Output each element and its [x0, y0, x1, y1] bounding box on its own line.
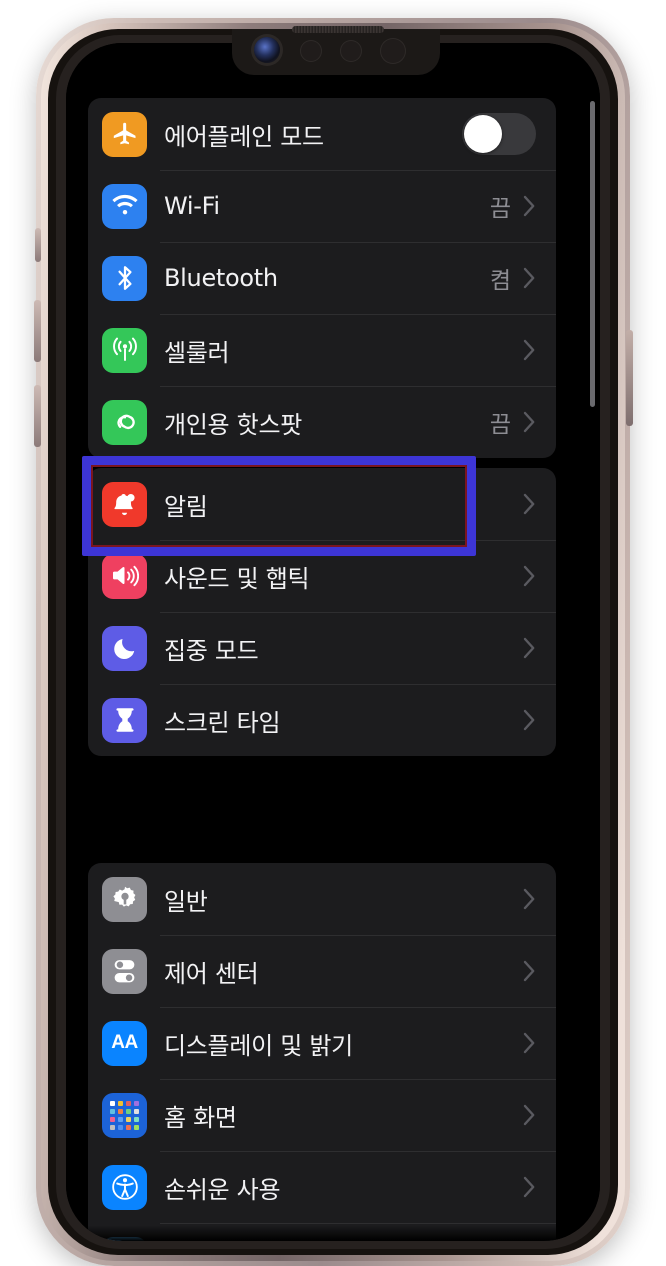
settings-row-label: 제어 센터 [164, 959, 259, 988]
chevron-right-icon [523, 1032, 536, 1054]
settings-row[interactable]: 스크린 타임 [88, 684, 556, 756]
settings-row-label: 홈 화면 [164, 1103, 237, 1132]
phone-screen: 에어플레인 모드 Wi-Fi 끔 Bluetooth 켬 셀룰러 개인용 핫스팟 끔 알림 사운드… [66, 43, 600, 1241]
accessibility-icon [102, 1164, 147, 1210]
settings-row-label: 개인용 핫스팟 [164, 410, 303, 439]
settings-list[interactable]: 에어플레인 모드 Wi-Fi 끔 Bluetooth 켬 셀룰러 개인용 핫스팟 끔 알림 사운드… [66, 43, 600, 1241]
chevron-right-icon [523, 637, 536, 659]
screenshot-canvas: 에어플레인 모드 Wi-Fi 끔 Bluetooth 켬 셀룰러 개인용 핫스팟 끔 알림 사운드… [0, 0, 666, 1266]
chevron-right-icon [523, 1104, 536, 1126]
mute-switch-button[interactable] [35, 228, 41, 262]
settings-row-label: 에어플레인 모드 [164, 122, 324, 151]
gear-icon [102, 876, 147, 922]
chevron-right-icon [523, 1176, 536, 1198]
hotspot-icon [102, 399, 147, 445]
settings-row[interactable]: 개인용 핫스팟 끔 [88, 386, 556, 458]
volume-down-button[interactable] [34, 385, 41, 447]
settings-row-label: 일반 [164, 887, 208, 916]
settings-row[interactable]: 손쉬운 사용 [88, 1151, 556, 1223]
power-button[interactable] [626, 330, 633, 426]
settings-row-label: 집중 모드 [164, 636, 259, 665]
settings-row-label: 손쉬운 사용 [164, 1175, 281, 1204]
settings-row[interactable]: Wi-Fi 끔 [88, 170, 556, 242]
volume-up-button[interactable] [34, 300, 41, 362]
front-camera-icon [254, 37, 280, 63]
airplane-mode-toggle[interactable] [462, 113, 536, 155]
settings-row-value: 끔 [489, 412, 511, 438]
settings-group-connectivity: 에어플레인 모드 Wi-Fi 끔 Bluetooth 켬셀룰러개인용 핫스팟 끔 [88, 98, 556, 458]
bluetooth-icon [102, 255, 147, 301]
settings-row-label: 사운드 및 햅틱 [164, 564, 310, 593]
chevron-right-icon [523, 411, 536, 433]
settings-row-label: 디스플레이 및 밝기 [164, 1031, 353, 1060]
highlight-box-notifications [82, 456, 476, 556]
settings-row-label: Bluetooth [164, 264, 278, 292]
settings-row[interactable]: 집중 모드 [88, 612, 556, 684]
control-center-icon [102, 948, 147, 994]
settings-row-label: 셀룰러 [164, 338, 230, 367]
ambient-light-sensor-icon [340, 40, 362, 62]
chevron-right-icon [523, 195, 536, 217]
airplane-icon [102, 111, 147, 157]
vertical-scrollbar[interactable] [590, 101, 595, 407]
settings-row[interactable]: 셀룰러 [88, 314, 556, 386]
settings-row-label: Wi-Fi [164, 192, 220, 220]
settings-row[interactable]: 홈 화면 [88, 1079, 556, 1151]
chevron-right-icon [523, 267, 536, 289]
earpiece-speaker [292, 26, 384, 33]
chevron-right-icon [523, 709, 536, 731]
settings-row[interactable]: 제어 센터 [88, 935, 556, 1007]
face-id-dot-projector-icon [380, 38, 406, 64]
bottom-fade [66, 1225, 600, 1241]
hourglass-icon [102, 697, 147, 743]
display-aa-icon: AA [102, 1020, 147, 1066]
speaker-icon [102, 553, 147, 599]
settings-row-value: 켬 [489, 268, 511, 294]
settings-row-value: 끔 [489, 196, 511, 222]
chevron-right-icon [523, 493, 536, 515]
settings-row[interactable]: 에어플레인 모드 [88, 98, 556, 170]
cellular-icon [102, 327, 147, 373]
chevron-right-icon [523, 565, 536, 587]
home-screen-icon [102, 1092, 147, 1138]
settings-row-label: 스크린 타임 [164, 708, 281, 737]
chevron-right-icon [523, 339, 536, 361]
proximity-sensor-icon [300, 40, 322, 62]
toggle-knob [464, 115, 502, 153]
wifi-icon [102, 183, 147, 229]
chevron-right-icon [523, 960, 536, 982]
chevron-right-icon [523, 888, 536, 910]
moon-icon [102, 625, 147, 671]
settings-group-system: 일반제어 센터AA디스플레이 및 밝기홈 화면손쉬운 사용배경화면 [88, 863, 556, 1241]
settings-row[interactable]: Bluetooth 켬 [88, 242, 556, 314]
settings-row[interactable]: AA 디스플레이 및 밝기 [88, 1007, 556, 1079]
settings-row[interactable]: 일반 [88, 863, 556, 935]
